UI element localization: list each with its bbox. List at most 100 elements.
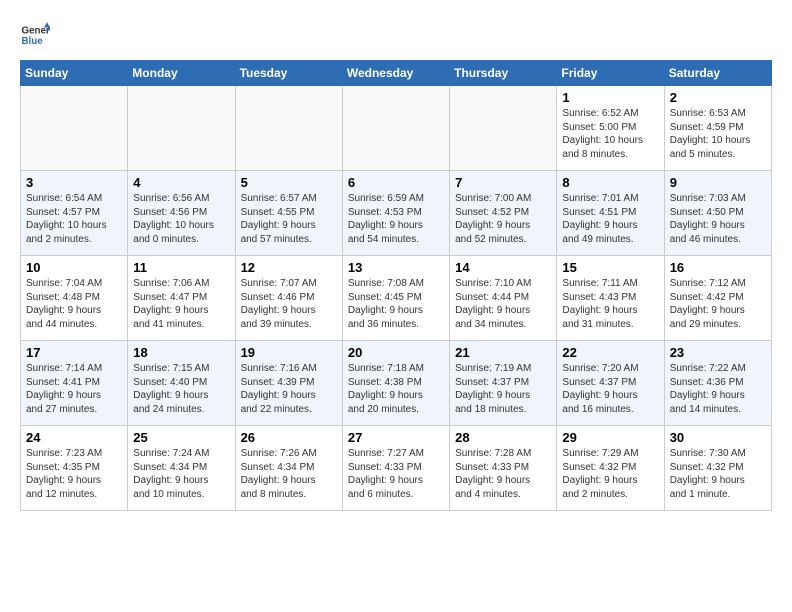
day-number: 24 — [26, 430, 122, 445]
calendar-cell: 27 Sunrise: 7:27 AM Sunset: 4:33 PM Dayli… — [342, 426, 449, 511]
calendar-cell: 28Sunrise: 7:28 AM Sunset: 4:33 PM Dayli… — [450, 426, 557, 511]
calendar-cell: 9 Sunrise: 7:03 AM Sunset: 4:50 PM Daylig… — [664, 171, 771, 256]
calendar-cell: 12 Sunrise: 7:07 AM Sunset: 4:46 PM Dayli… — [235, 256, 342, 341]
day-info: Sunrise: 6:56 AM Sunset: 4:56 PM Dayligh… — [133, 192, 229, 246]
day-number: 10 — [26, 260, 122, 275]
day-number: 20 — [348, 345, 444, 360]
day-info: Sunrise: 6:57 AM Sunset: 4:55 PM Dayligh… — [241, 192, 337, 246]
calendar-cell: 18 Sunrise: 7:15 AM Sunset: 4:40 PM Dayli… — [128, 341, 235, 426]
calendar-week-row: 1 Sunrise: 6:52 AM Sunset: 5:00 PM Daylig… — [21, 86, 772, 171]
day-number: 4 — [133, 175, 229, 190]
day-number: 16 — [670, 260, 766, 275]
calendar-cell — [21, 86, 128, 171]
day-info: Sunrise: 7:26 AM Sunset: 4:34 PM Dayligh… — [241, 447, 337, 501]
day-info: Sunrise: 7:03 AM Sunset: 4:50 PM Dayligh… — [670, 192, 766, 246]
calendar-cell: 13Sunrise: 7:08 AM Sunset: 4:45 PM Dayli… — [342, 256, 449, 341]
calendar-cell: 11 Sunrise: 7:06 AM Sunset: 4:47 PM Dayli… — [128, 256, 235, 341]
day-info: Sunrise: 7:18 AM Sunset: 4:38 PM Dayligh… — [348, 362, 444, 416]
day-info: Sunrise: 7:20 AM Sunset: 4:37 PM Dayligh… — [562, 362, 658, 416]
calendar-cell: 2Sunrise: 6:53 AM Sunset: 4:59 PM Daylig… — [664, 86, 771, 171]
day-number: 17 — [26, 345, 122, 360]
calendar-cell: 24 Sunrise: 7:23 AM Sunset: 4:35 PM Dayli… — [21, 426, 128, 511]
day-number: 15 — [562, 260, 658, 275]
day-number: 12 — [241, 260, 337, 275]
day-number: 5 — [241, 175, 337, 190]
logo: General Blue — [20, 20, 50, 50]
day-number: 27 — [348, 430, 444, 445]
calendar-cell — [342, 86, 449, 171]
calendar-cell: 17Sunrise: 7:14 AM Sunset: 4:41 PM Dayli… — [21, 341, 128, 426]
calendar-week-row: 10 Sunrise: 7:04 AM Sunset: 4:48 PM Dayli… — [21, 256, 772, 341]
calendar-cell — [128, 86, 235, 171]
day-number: 18 — [133, 345, 229, 360]
calendar-cell: 22 Sunrise: 7:20 AM Sunset: 4:37 PM Dayli… — [557, 341, 664, 426]
calendar-cell: 30 Sunrise: 7:30 AM Sunset: 4:32 PM Dayli… — [664, 426, 771, 511]
day-number: 7 — [455, 175, 551, 190]
weekday-header-tuesday: Tuesday — [235, 61, 342, 86]
day-info: Sunrise: 7:29 AM Sunset: 4:32 PM Dayligh… — [562, 447, 658, 501]
day-number: 29 — [562, 430, 658, 445]
calendar-cell: 4 Sunrise: 6:56 AM Sunset: 4:56 PM Daylig… — [128, 171, 235, 256]
day-number: 11 — [133, 260, 229, 275]
day-info: Sunrise: 7:15 AM Sunset: 4:40 PM Dayligh… — [133, 362, 229, 416]
day-info: Sunrise: 6:53 AM Sunset: 4:59 PM Dayligh… — [670, 107, 766, 161]
calendar-cell: 25 Sunrise: 7:24 AM Sunset: 4:34 PM Dayli… — [128, 426, 235, 511]
day-info: Sunrise: 7:11 AM Sunset: 4:43 PM Dayligh… — [562, 277, 658, 331]
calendar-cell: 5 Sunrise: 6:57 AM Sunset: 4:55 PM Daylig… — [235, 171, 342, 256]
calendar-cell: 8 Sunrise: 7:01 AM Sunset: 4:51 PM Daylig… — [557, 171, 664, 256]
day-info: Sunrise: 7:23 AM Sunset: 4:35 PM Dayligh… — [26, 447, 122, 501]
weekday-header-thursday: Thursday — [450, 61, 557, 86]
day-info: Sunrise: 7:16 AM Sunset: 4:39 PM Dayligh… — [241, 362, 337, 416]
day-info: Sunrise: 7:30 AM Sunset: 4:32 PM Dayligh… — [670, 447, 766, 501]
weekday-header-wednesday: Wednesday — [342, 61, 449, 86]
day-info: Sunrise: 7:10 AM Sunset: 4:44 PM Dayligh… — [455, 277, 551, 331]
day-number: 23 — [670, 345, 766, 360]
weekday-header-friday: Friday — [557, 61, 664, 86]
calendar-cell — [235, 86, 342, 171]
calendar-cell — [450, 86, 557, 171]
day-info: Sunrise: 7:04 AM Sunset: 4:48 PM Dayligh… — [26, 277, 122, 331]
day-number: 30 — [670, 430, 766, 445]
calendar-cell: 1 Sunrise: 6:52 AM Sunset: 5:00 PM Daylig… — [557, 86, 664, 171]
calendar-table: SundayMondayTuesdayWednesdayThursdayFrid… — [20, 60, 772, 511]
calendar-cell: 19 Sunrise: 7:16 AM Sunset: 4:39 PM Dayli… — [235, 341, 342, 426]
svg-text:Blue: Blue — [22, 36, 44, 47]
day-info: Sunrise: 7:27 AM Sunset: 4:33 PM Dayligh… — [348, 447, 444, 501]
weekday-header-row: SundayMondayTuesdayWednesdayThursdayFrid… — [21, 61, 772, 86]
calendar-cell: 10 Sunrise: 7:04 AM Sunset: 4:48 PM Dayli… — [21, 256, 128, 341]
calendar-cell: 26 Sunrise: 7:26 AM Sunset: 4:34 PM Dayli… — [235, 426, 342, 511]
day-info: Sunrise: 6:52 AM Sunset: 5:00 PM Dayligh… — [562, 107, 658, 161]
day-number: 9 — [670, 175, 766, 190]
weekday-header-saturday: Saturday — [664, 61, 771, 86]
weekday-header-monday: Monday — [128, 61, 235, 86]
day-number: 26 — [241, 430, 337, 445]
calendar-cell: 7 Sunrise: 7:00 AM Sunset: 4:52 PM Daylig… — [450, 171, 557, 256]
day-info: Sunrise: 6:59 AM Sunset: 4:53 PM Dayligh… — [348, 192, 444, 246]
day-info: Sunrise: 7:00 AM Sunset: 4:52 PM Dayligh… — [455, 192, 551, 246]
day-info: Sunrise: 7:24 AM Sunset: 4:34 PM Dayligh… — [133, 447, 229, 501]
day-number: 25 — [133, 430, 229, 445]
page-header: General Blue — [20, 20, 772, 50]
day-info: Sunrise: 7:06 AM Sunset: 4:47 PM Dayligh… — [133, 277, 229, 331]
day-info: Sunrise: 7:19 AM Sunset: 4:37 PM Dayligh… — [455, 362, 551, 416]
day-info: Sunrise: 7:12 AM Sunset: 4:42 PM Dayligh… — [670, 277, 766, 331]
day-number: 14 — [455, 260, 551, 275]
day-number: 22 — [562, 345, 658, 360]
calendar-week-row: 24 Sunrise: 7:23 AM Sunset: 4:35 PM Dayli… — [21, 426, 772, 511]
day-info: Sunrise: 6:54 AM Sunset: 4:57 PM Dayligh… — [26, 192, 122, 246]
day-number: 19 — [241, 345, 337, 360]
calendar-cell: 23 Sunrise: 7:22 AM Sunset: 4:36 PM Dayli… — [664, 341, 771, 426]
calendar-cell: 14 Sunrise: 7:10 AM Sunset: 4:44 PM Dayli… — [450, 256, 557, 341]
day-number: 13 — [348, 260, 444, 275]
day-number: 21 — [455, 345, 551, 360]
calendar-cell: 15 Sunrise: 7:11 AM Sunset: 4:43 PM Dayli… — [557, 256, 664, 341]
day-number: 8 — [562, 175, 658, 190]
day-info: Sunrise: 7:22 AM Sunset: 4:36 PM Dayligh… — [670, 362, 766, 416]
logo-icon: General Blue — [20, 20, 50, 50]
day-number: 1 — [562, 90, 658, 105]
day-info: Sunrise: 7:01 AM Sunset: 4:51 PM Dayligh… — [562, 192, 658, 246]
calendar-week-row: 3Sunrise: 6:54 AM Sunset: 4:57 PM Daylig… — [21, 171, 772, 256]
calendar-cell: 21 Sunrise: 7:19 AM Sunset: 4:37 PM Dayli… — [450, 341, 557, 426]
calendar-week-row: 17Sunrise: 7:14 AM Sunset: 4:41 PM Dayli… — [21, 341, 772, 426]
day-info: Sunrise: 7:07 AM Sunset: 4:46 PM Dayligh… — [241, 277, 337, 331]
